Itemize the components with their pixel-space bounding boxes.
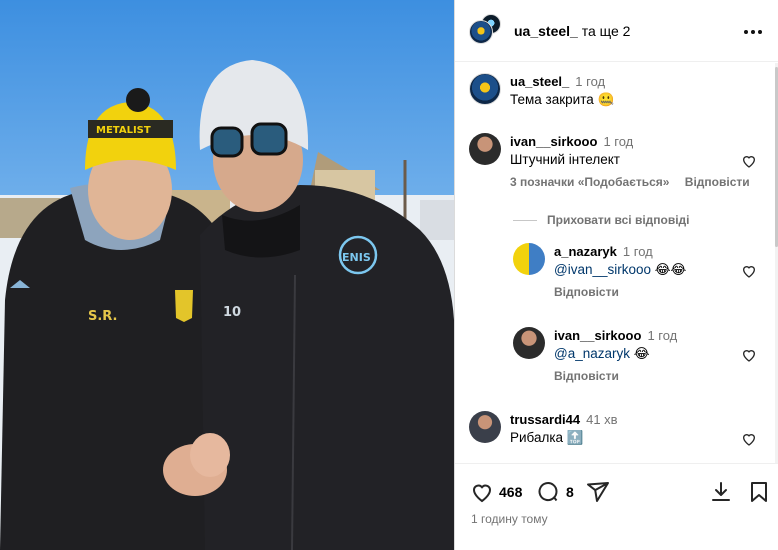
heart-icon[interactable]: [741, 263, 757, 279]
hide-replies-label: Приховати всі відповіді: [547, 213, 690, 227]
comment-text: @ivan__sirkooo 😂😂: [554, 262, 686, 278]
comment-meta: Відповісти: [554, 369, 631, 383]
share-icon[interactable]: [585, 480, 611, 504]
heart-icon[interactable]: [741, 431, 757, 447]
comment-text: Тема закрита 🤐: [510, 92, 615, 107]
hat-text: METALIST: [96, 125, 151, 136]
post-timestamp: 1 годину тому: [471, 512, 548, 526]
comment-header: ivan__sirkooo 1 год: [510, 134, 633, 149]
comment-time: 1 год: [603, 134, 634, 149]
author-name[interactable]: ua_steel_: [514, 23, 578, 39]
photo-illustration: METALIST S.R. ENIS 10: [0, 60, 454, 550]
comment-username[interactable]: ivan__sirkooo: [554, 328, 641, 343]
heart-icon[interactable]: [741, 153, 757, 169]
jacket-crest: ENIS: [342, 251, 371, 264]
comment-username[interactable]: a_nazaryk: [554, 244, 617, 259]
comment-emoji: 😂: [633, 346, 650, 361]
author-avatar[interactable]: [469, 20, 493, 44]
commenter-avatar[interactable]: [469, 73, 501, 105]
comment-time: 1 год: [622, 244, 653, 259]
comment-username[interactable]: ivan__sirkooo: [510, 134, 597, 149]
comment-header: ivan__sirkooo 1 год: [554, 328, 677, 343]
reply-button[interactable]: Відповісти: [554, 285, 619, 299]
jacket-initials: S.R.: [88, 309, 118, 324]
commenter-avatar[interactable]: [513, 243, 545, 275]
commenter-avatar[interactable]: [469, 411, 501, 443]
comments-panel: ua_steel_ та ще 2 ua_steel_ 1 год Тема за…: [455, 0, 778, 550]
likes-count[interactable]: 468: [499, 484, 522, 500]
comment-header: ua_steel_ 1 год: [510, 74, 605, 89]
comment-time: 1 год: [575, 74, 606, 89]
comment-icon[interactable]: [535, 480, 561, 504]
comment-header: a_nazaryk 1 год: [554, 244, 653, 259]
jacket-number: 10: [223, 305, 241, 320]
comment-text: Штучний інтелект: [510, 152, 620, 167]
comment-meta: 3 позначки «Подобається» Відповісти: [510, 175, 762, 189]
comment-likes-count[interactable]: 3 позначки «Подобається»: [510, 175, 669, 189]
coauthors-link[interactable]: та ще 2: [582, 23, 631, 39]
post-header: ua_steel_ та ще 2: [455, 0, 778, 62]
heart-icon[interactable]: [741, 347, 757, 363]
more-options-icon[interactable]: [744, 22, 764, 40]
comment-header: trussardi44 41 хв: [510, 412, 618, 427]
commenter-avatar[interactable]: [469, 133, 501, 165]
comment-time: 1 год: [647, 328, 678, 343]
comments-count[interactable]: 8: [566, 484, 574, 500]
comment-username[interactable]: trussardi44: [510, 412, 580, 427]
like-heart-icon[interactable]: [469, 480, 495, 504]
comment-text: @a_nazaryk 😂: [554, 346, 650, 362]
post-photo[interactable]: METALIST S.R. ENIS 10: [0, 0, 454, 550]
bookmark-icon[interactable]: [747, 480, 771, 504]
commenter-avatar[interactable]: [513, 327, 545, 359]
comment-username[interactable]: ua_steel_: [510, 74, 569, 89]
reply-button[interactable]: Відповісти: [554, 369, 619, 383]
hide-replies-button[interactable]: Приховати всі відповіді: [513, 213, 690, 227]
comment-time: 41 хв: [586, 412, 618, 427]
comment-emoji: 😂😂: [654, 262, 687, 277]
comment-list[interactable]: ua_steel_ 1 год Тема закрита 🤐 ivan__sirk…: [455, 63, 778, 463]
post-authors[interactable]: ua_steel_ та ще 2: [514, 23, 630, 39]
download-icon[interactable]: [708, 480, 734, 504]
mention-link[interactable]: @a_nazaryk: [554, 346, 630, 361]
reply-button[interactable]: Відповісти: [685, 175, 750, 189]
comment-meta: Відповісти: [554, 285, 631, 299]
post-actions: 468 8 1 годину тому: [455, 463, 778, 550]
comment-text: Рибалка 🔝: [510, 430, 584, 445]
mention-link[interactable]: @ivan__sirkooo: [554, 262, 651, 277]
